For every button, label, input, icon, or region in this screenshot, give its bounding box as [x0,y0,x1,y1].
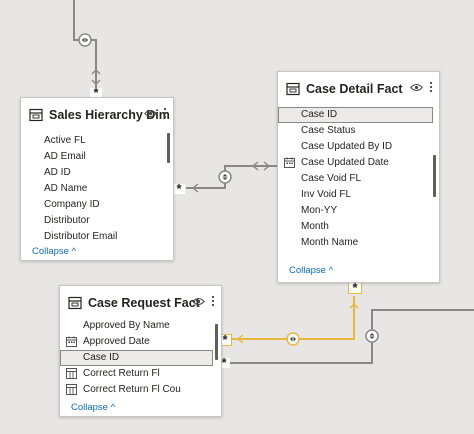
field-case-status[interactable]: Case Status [278,123,439,139]
calendar-icon [284,157,295,168]
field-company-id[interactable]: Company ID [21,197,117,213]
field-label: Correct Return Fl [83,368,160,379]
collapse-link[interactable]: Collapse ^ [71,402,115,413]
cross-filter-both-icon[interactable] [78,33,92,47]
field-inv-void-fl[interactable]: Inv Void FL [278,187,439,203]
field-list[interactable]: Approved By Name Approved Date Case ID C… [60,318,221,398]
field-month-name[interactable]: Month Name [278,235,439,251]
field-approved-date[interactable]: Approved Date [60,334,221,350]
calculated-table-icon [66,368,77,379]
field-label: Approved Date [83,336,150,347]
field-ad-name[interactable]: AD Name [21,181,117,197]
table-card-header[interactable]: Case Request Fact [60,286,221,320]
collapse-link[interactable]: Collapse ^ [289,265,333,276]
field-ad-email[interactable]: AD Email [21,149,117,165]
collapse-link[interactable]: Collapse ^ [32,246,76,257]
field-distributor[interactable]: Distributor [21,213,117,229]
cross-filter-both-icon[interactable] [286,332,300,346]
cardinality-many-marker: * [348,281,362,294]
more-options-icon[interactable] [429,81,433,93]
eye-icon[interactable] [144,109,157,118]
field-case-updated-date[interactable]: Case Updated Date [278,155,439,171]
field-ad-id[interactable]: AD ID [21,165,117,181]
more-options-icon[interactable] [163,107,167,119]
field-correct-return-fl[interactable]: Correct Return Fl [60,366,221,382]
scrollbar[interactable] [167,133,170,163]
field-mon-yy[interactable]: Mon-YY [278,203,439,219]
table-title: Case Request Fact [88,296,200,310]
field-list[interactable]: Active FL AD Email AD ID AD Name Company… [21,133,173,241]
cardinality-many-marker: * [173,182,185,195]
field-case-id[interactable]: Case ID [60,350,213,366]
calculated-table-icon [66,384,77,395]
field-label: Correct Return Fl Cou [83,384,181,395]
eye-icon[interactable] [410,83,423,92]
scrollbar[interactable] [215,324,218,360]
table-card-case-detail-fact[interactable]: Case Detail Fact Case ID Case Status Cas… [277,71,440,283]
table-icon [286,82,300,96]
calendar-icon [66,336,77,347]
relationship-line-request-right[interactable] [222,309,474,364]
field-label: Case Updated Date [301,157,389,168]
field-list[interactable]: Case ID Case Status Case Updated By ID C… [278,107,439,257]
table-icon [29,108,43,122]
table-card-header[interactable]: Sales Hierarchy Dim [21,98,173,132]
field-approved-by-name[interactable]: Approved By Name [60,318,221,334]
cross-filter-both-icon[interactable] [218,170,232,184]
scrollbar[interactable] [433,155,436,197]
table-card-sales-hierarchy-dim[interactable]: Sales Hierarchy Dim Active FL AD Email A… [20,97,174,261]
field-case-updated-by-id[interactable]: Case Updated By ID [278,139,439,155]
more-options-icon[interactable] [211,295,215,307]
field-active-fl[interactable]: Active FL [21,133,117,149]
field-case-id[interactable]: Case ID [278,107,433,123]
field-case-void-fl[interactable]: Case Void FL [278,171,439,187]
field-distributor-email[interactable]: Distributor Email [21,229,117,241]
field-month[interactable]: Month [278,219,439,235]
table-icon [68,296,82,310]
relationship-line-request-detail[interactable] [222,296,355,340]
field-correct-return-fl-count[interactable]: Correct Return Fl Cou [60,382,221,398]
table-card-header[interactable]: Case Detail Fact [278,72,439,106]
cross-filter-both-icon[interactable] [365,329,379,343]
table-title: Case Detail Fact [306,82,403,96]
eye-icon[interactable] [192,297,205,306]
table-card-case-request-fact[interactable]: Case Request Fact Approved By Name Appro… [59,285,222,417]
